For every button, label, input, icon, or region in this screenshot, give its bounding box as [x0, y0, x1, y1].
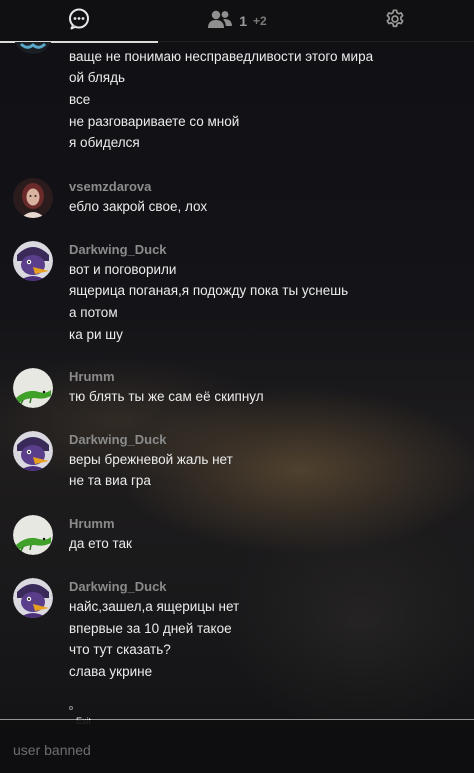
- message-input-bar: [0, 720, 474, 773]
- tab-settings[interactable]: [316, 0, 474, 42]
- message-line: впервые за 10 дней такое: [69, 621, 232, 636]
- avatar[interactable]: [13, 515, 53, 555]
- message-list[interactable]: ваще не понимаю несправедливости этого м…: [0, 42, 474, 718]
- message-line: что тут сказать?: [69, 642, 171, 657]
- avatar[interactable]: [13, 578, 53, 618]
- avatar[interactable]: [13, 368, 53, 408]
- message-author[interactable]: Darkwing_Duck: [69, 242, 167, 257]
- avatar[interactable]: [13, 42, 53, 54]
- message-line: а потом: [69, 305, 118, 320]
- users-count: 1: [239, 13, 248, 29]
- tab-users[interactable]: 1 +2: [158, 0, 316, 42]
- avatar[interactable]: [13, 431, 53, 471]
- tab-chat[interactable]: [0, 0, 158, 43]
- message-line: ой блядь: [69, 70, 126, 85]
- message-line: ваще не понимаю несправедливости этого м…: [69, 49, 374, 64]
- message-line: найс,зашел,а ящерицы нет: [69, 599, 240, 614]
- message-line: слава укрине: [69, 664, 153, 679]
- tab-bar: 1 +2: [0, 0, 474, 43]
- message-line: вот и поговорили: [69, 262, 177, 277]
- message-line: все: [69, 92, 91, 107]
- message-input[interactable]: [13, 740, 453, 760]
- message-line: не разговариваете со мной: [69, 114, 240, 129]
- message-line: ка ри шу: [69, 327, 123, 342]
- message-line: да ето так: [69, 536, 132, 551]
- message-line: веры брежневой жаль нет: [69, 452, 233, 467]
- avatar[interactable]: [13, 178, 53, 218]
- message-line: я обиделся: [69, 135, 140, 150]
- message-author[interactable]: vsemzdarova: [69, 179, 151, 194]
- chat-bubble-icon: [68, 8, 90, 35]
- users-icon: [207, 9, 233, 34]
- message-line: не та виа гра: [69, 473, 151, 488]
- message-author[interactable]: Hrumm: [69, 369, 115, 384]
- message-line: ебло закрой свое, лох: [69, 199, 208, 214]
- gear-icon: [384, 8, 406, 35]
- users-extra-count: +2: [253, 14, 267, 28]
- message-line: ящерица поганая,я подожду пока ты уснешь: [69, 283, 349, 298]
- message-line: тю блять ты же сам её скипнул: [69, 389, 264, 404]
- message-author[interactable]: Darkwing_Duck: [69, 579, 167, 594]
- message-author[interactable]: Hrumm: [69, 516, 115, 531]
- exit-dot-icon: [69, 706, 73, 710]
- message-author[interactable]: Darkwing_Duck: [69, 432, 167, 447]
- avatar[interactable]: [13, 241, 53, 281]
